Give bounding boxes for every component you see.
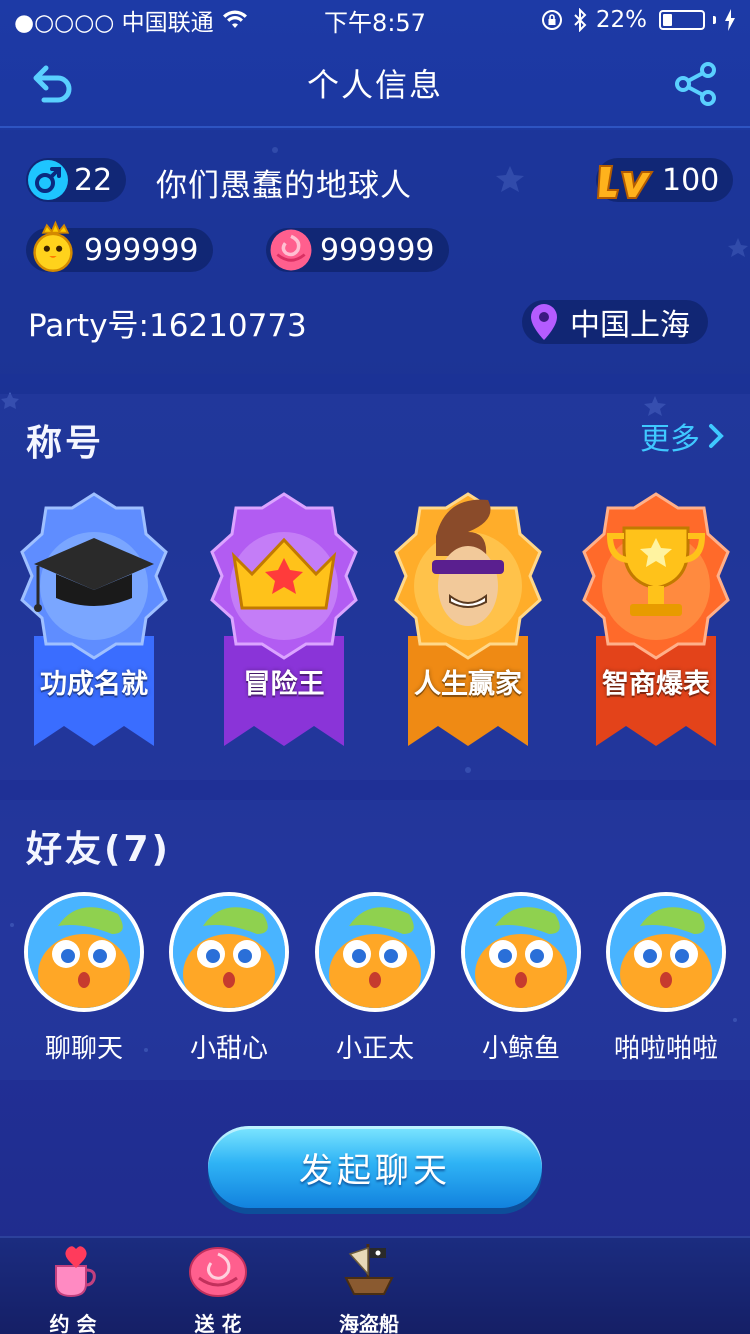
level-value: 100 (662, 162, 720, 198)
tab-label: 送 花 (194, 1312, 242, 1334)
friend-name: 小正太 (335, 1034, 414, 1064)
location-pin-icon (531, 304, 557, 340)
tab-flowers[interactable]: 送 花 (163, 1240, 273, 1334)
rose-icon (270, 229, 312, 271)
cartoon-avatar-icon (173, 896, 285, 1008)
tab-label: 海盗船 (339, 1312, 399, 1334)
friend-name: 啪啦啪啦 (613, 1034, 718, 1064)
page-title: 个人信息 (306, 66, 443, 104)
trophy-icon (582, 492, 730, 746)
cartoon-avatar-icon (319, 896, 431, 1008)
friend-item[interactable]: 聊聊天 (14, 892, 154, 1065)
tab-label: 约 会 (49, 1312, 97, 1334)
tab-date[interactable]: 约 会 (18, 1240, 128, 1334)
status-bar: ●○○○○ 中国联通 下午8:57 22% (0, 0, 750, 40)
more-titles-link[interactable]: 更多 (640, 414, 724, 458)
friend-name: 聊聊天 (44, 1034, 123, 1064)
coffee-heart-icon (55, 1246, 96, 1298)
cartoon-avatar-icon (465, 896, 577, 1008)
avatar (315, 892, 435, 1012)
titles-heading: 称号 (26, 423, 105, 464)
title-badge-genius[interactable]: 智商爆表 (566, 486, 746, 756)
friend-item[interactable]: 小鲸鱼 (451, 892, 591, 1065)
age-pill: 22 (26, 158, 127, 202)
title-badge-adventurer[interactable]: 冒险王 (194, 486, 374, 756)
tab-pirate-ship[interactable]: 海盗船 (314, 1240, 424, 1334)
age-value: 22 (74, 162, 113, 198)
nav-bar: 个人信息 (0, 40, 750, 128)
location-pill: 中国上海 (522, 300, 708, 344)
cool-guy-icon (394, 492, 542, 746)
badge-label: 智商爆表 (602, 669, 710, 700)
battery-icon (659, 10, 705, 30)
graduation-cap-icon (20, 492, 168, 746)
status-time: 下午8:57 (324, 8, 426, 37)
coins-value: 999999 (84, 232, 199, 268)
title-badge-winner[interactable]: 人生赢家 (378, 486, 558, 756)
party-id: Party号:16210773 (28, 308, 307, 344)
flowers-pill: 999999 (266, 228, 449, 272)
level-pill: 100 (596, 158, 734, 202)
avatar (461, 892, 581, 1012)
friend-item[interactable]: 小正太 (305, 892, 445, 1065)
crown-icon (210, 492, 358, 746)
title-badge-achiever[interactable]: 功成名就 (4, 486, 184, 756)
friend-item[interactable]: 啪啦啪啦 (596, 892, 736, 1065)
cartoon-avatar-icon (610, 896, 722, 1008)
friend-name: 小鲸鱼 (481, 1034, 560, 1064)
more-label: 更多 (640, 422, 700, 457)
badge-label: 功成名就 (40, 669, 148, 700)
avatar (606, 892, 726, 1012)
pirate-ship-icon (344, 1244, 394, 1295)
chevron-right-icon (709, 424, 724, 448)
avatar (24, 892, 144, 1012)
badge-label: 冒险王 (243, 669, 325, 700)
flowers-value: 999999 (320, 232, 435, 268)
badge-label: 人生赢家 (414, 669, 522, 700)
rose-icon (189, 1247, 247, 1297)
level-badge-icon (596, 165, 654, 199)
coins-pill: 999999 (26, 220, 213, 272)
friend-name: 小甜心 (189, 1034, 268, 1064)
location-value: 中国上海 (570, 308, 690, 343)
friends-heading: 好友(7) (26, 829, 171, 870)
username: 你们愚蠢的地球人 (156, 168, 412, 204)
chick-coin-icon (33, 220, 73, 272)
avatar (169, 892, 289, 1012)
back-arrow-icon[interactable] (30, 62, 78, 106)
cartoon-avatar-icon (28, 896, 140, 1008)
share-icon[interactable] (672, 60, 720, 108)
start-chat-button[interactable]: 发起聊天 (208, 1126, 542, 1208)
friend-item[interactable]: 小甜心 (159, 892, 299, 1065)
male-icon (28, 160, 68, 200)
